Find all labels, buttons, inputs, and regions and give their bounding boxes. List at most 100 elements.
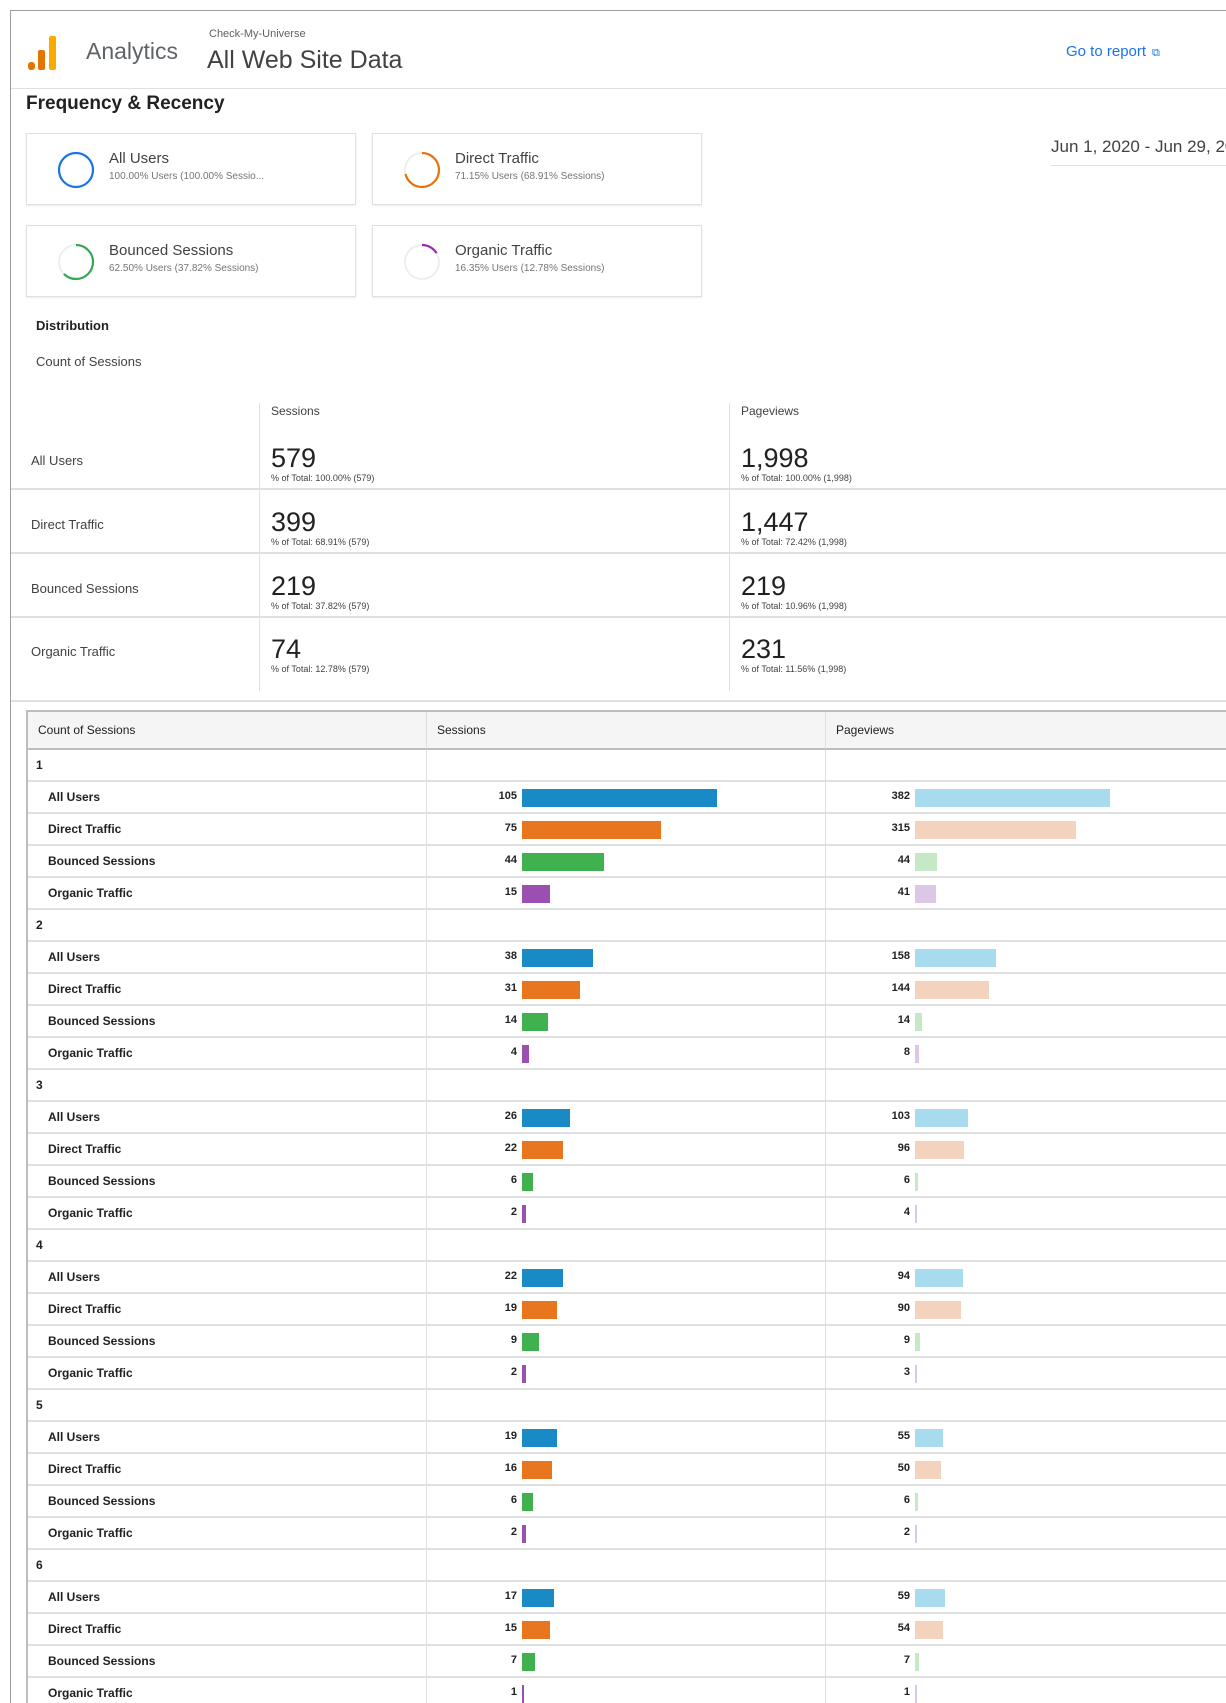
- table-row[interactable]: Organic Traffic 4 8: [28, 1038, 1226, 1070]
- table-row[interactable]: Bounced Sessions 9 9: [28, 1326, 1226, 1358]
- summary-row-label: Direct Traffic: [31, 517, 104, 532]
- date-range-picker[interactable]: Jun 1, 2020 - Jun 29, 2020: [1051, 137, 1226, 166]
- table-row[interactable]: Organic Traffic 15 41: [28, 878, 1226, 910]
- sessions-value: 19: [504, 1430, 517, 1442]
- pageviews-value: 6: [903, 1494, 910, 1506]
- segment-description: 16.35% Users (12.78% Sessions): [455, 263, 605, 274]
- sessions-value: 38: [504, 950, 517, 962]
- table-row[interactable]: Direct Traffic 31 144: [28, 974, 1226, 1006]
- pageviews-value: 94: [897, 1270, 910, 1282]
- group-label: 2: [36, 918, 43, 932]
- account-name: Check-My-Universe: [209, 28, 306, 40]
- table-row[interactable]: All Users 19 55: [28, 1422, 1226, 1454]
- pageviews-bar: [915, 949, 996, 967]
- table-row[interactable]: Bounced Sessions 6 6: [28, 1166, 1226, 1198]
- sessions-value: 6: [510, 1494, 517, 1506]
- pageviews-bar: [915, 1365, 917, 1383]
- pageviews-value: 1: [903, 1686, 910, 1698]
- sessions-bar: [522, 1653, 535, 1671]
- segment-label: Direct Traffic: [48, 1462, 122, 1476]
- segment-label: Bounced Sessions: [48, 1334, 156, 1348]
- sessions-bar: [522, 853, 604, 871]
- sessions-bar: [522, 1173, 534, 1191]
- table-row[interactable]: All Users 38 158: [28, 942, 1226, 974]
- go-to-report-link[interactable]: Go to report ⧉: [1066, 43, 1160, 60]
- sessions-value: 17: [504, 1590, 517, 1602]
- sessions-value: 22: [504, 1270, 517, 1282]
- pageviews-bar: [915, 789, 1110, 807]
- sessions-bar: [522, 1109, 571, 1127]
- summary-pageviews-percent: % of Total: 100.00% (1,998): [741, 473, 852, 483]
- table-row[interactable]: Organic Traffic 2 3: [28, 1358, 1226, 1390]
- pageviews-value: 9: [903, 1334, 910, 1346]
- pageviews-bar: [915, 1493, 919, 1511]
- table-row[interactable]: Direct Traffic 22 96: [28, 1134, 1226, 1166]
- summary-sessions-percent: % of Total: 68.91% (579): [271, 537, 370, 547]
- pageviews-bar: [915, 981, 989, 999]
- segment-label: Organic Traffic: [48, 886, 133, 900]
- sessions-value: 7: [510, 1654, 517, 1666]
- section-divider: [11, 700, 1226, 702]
- sessions-bar: [522, 1269, 563, 1287]
- summary-row-divider: [11, 616, 1226, 618]
- segment-label: All Users: [48, 950, 101, 964]
- table-row[interactable]: All Users 22 94: [28, 1262, 1226, 1294]
- segment-ring-icon: [57, 243, 95, 281]
- column-header-sessions[interactable]: Sessions: [427, 712, 826, 750]
- summary-pageviews-value: 231: [741, 634, 787, 664]
- table-row[interactable]: Organic Traffic 2 2: [28, 1518, 1226, 1550]
- pageviews-value: 96: [897, 1142, 910, 1154]
- table-group-row: 5: [28, 1390, 1226, 1422]
- view-name[interactable]: All Web Site Data: [207, 46, 402, 75]
- external-link-icon: ⧉: [1152, 47, 1160, 59]
- pageviews-value: 50: [897, 1462, 910, 1474]
- segment-label: Bounced Sessions: [48, 854, 156, 868]
- pageviews-value: 41: [897, 886, 910, 898]
- group-label: 1: [36, 758, 43, 772]
- column-header-count-of-sessions[interactable]: Count of Sessions: [28, 712, 427, 750]
- sessions-value: 31: [504, 982, 517, 994]
- table-row[interactable]: Bounced Sessions 7 7: [28, 1646, 1226, 1678]
- sessions-bar: [522, 1013, 548, 1031]
- table-row[interactable]: Direct Traffic 19 90: [28, 1294, 1226, 1326]
- table-row[interactable]: All Users 105 382: [28, 782, 1226, 814]
- summary-column-divider: [259, 403, 260, 691]
- pageviews-bar: [915, 1301, 961, 1319]
- table-row[interactable]: Organic Traffic 1 1: [28, 1678, 1226, 1703]
- group-label: 3: [36, 1078, 43, 1092]
- table-row[interactable]: Bounced Sessions 44 44: [28, 846, 1226, 878]
- table-row[interactable]: Direct Traffic 15 54: [28, 1614, 1226, 1646]
- table-row[interactable]: Bounced Sessions 6 6: [28, 1486, 1226, 1518]
- segment-label: Bounced Sessions: [48, 1654, 156, 1668]
- segment-name: All Users: [109, 150, 170, 167]
- sessions-value: 15: [504, 886, 517, 898]
- table-row[interactable]: Direct Traffic 16 50: [28, 1454, 1226, 1486]
- table-row[interactable]: All Users 26 103: [28, 1102, 1226, 1134]
- pageviews-value: 2: [903, 1526, 910, 1538]
- group-label: 5: [36, 1398, 43, 1412]
- pageviews-bar: [915, 1205, 918, 1223]
- segment-label: Direct Traffic: [48, 1622, 122, 1636]
- segment-label: Direct Traffic: [48, 982, 122, 996]
- pageviews-bar: [915, 1525, 917, 1543]
- table-row[interactable]: Organic Traffic 2 4: [28, 1198, 1226, 1230]
- table-row[interactable]: All Users 17 59: [28, 1582, 1226, 1614]
- summary-sessions-value: 399: [271, 507, 317, 537]
- pageviews-value: 54: [897, 1622, 910, 1634]
- segment-description: 71.15% Users (68.91% Sessions): [455, 171, 605, 182]
- segment-card[interactable]: Direct Traffic 71.15% Users (68.91% Sessi…: [372, 133, 702, 205]
- segment-card[interactable]: Organic Traffic 16.35% Users (12.78% Sess…: [372, 225, 702, 297]
- sessions-bar: [522, 1429, 558, 1447]
- page-title: Frequency & Recency: [26, 93, 225, 114]
- sessions-bar: [522, 1461, 552, 1479]
- table-row[interactable]: Bounced Sessions 14 14: [28, 1006, 1226, 1038]
- column-header-pageviews[interactable]: Pageviews: [826, 712, 1226, 750]
- segment-card[interactable]: Bounced Sessions 62.50% Users (37.82% Ses…: [26, 225, 356, 297]
- pageviews-bar: [915, 1621, 943, 1639]
- sessions-bar: [522, 981, 580, 999]
- table-row[interactable]: Direct Traffic 75 315: [28, 814, 1226, 846]
- segment-card[interactable]: All Users 100.00% Users (100.00% Sessio..…: [26, 133, 356, 205]
- summary-pageviews-value: 219: [741, 571, 787, 601]
- segment-ring-icon: [57, 151, 95, 189]
- pageviews-bar: [915, 1429, 944, 1447]
